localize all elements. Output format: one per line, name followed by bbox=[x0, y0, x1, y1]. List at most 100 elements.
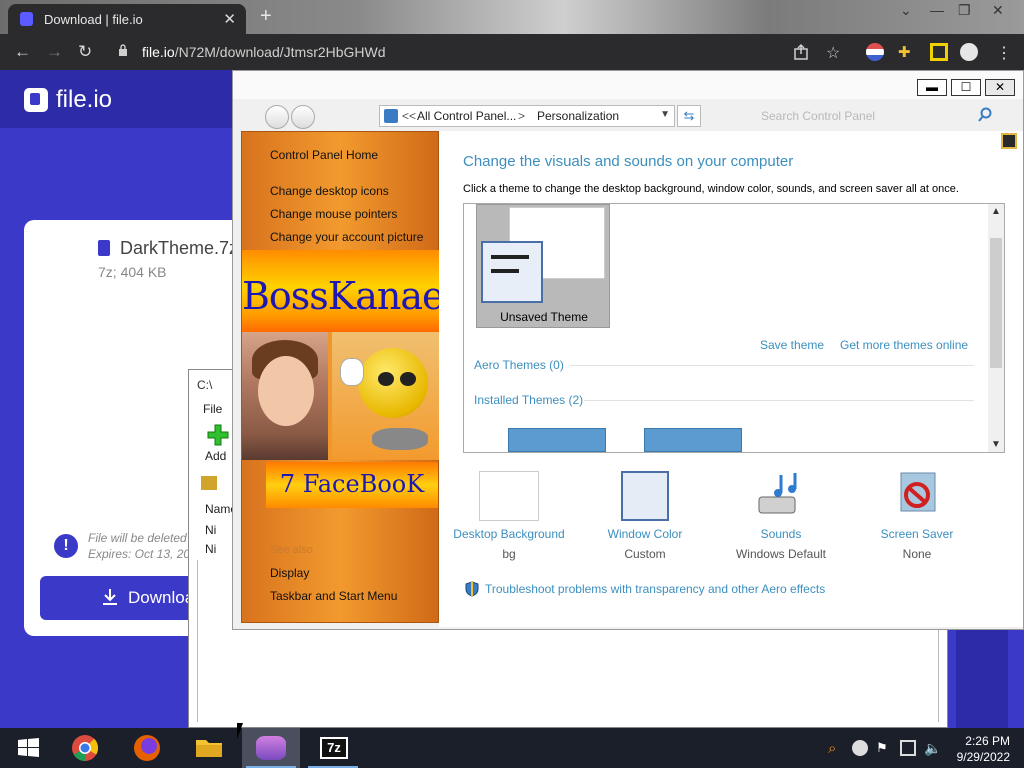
address-bar[interactable]: file.io/N72M/download/Jtmsr2HbGHWd bbox=[110, 39, 850, 65]
get-more-themes-link[interactable]: Get more themes online bbox=[840, 338, 968, 352]
troubleshoot-link[interactable]: Troubleshoot problems with transparency … bbox=[485, 582, 825, 596]
page-decoration bbox=[956, 630, 1008, 728]
chrome-icon[interactable] bbox=[56, 728, 114, 768]
option-label[interactable]: Window Color bbox=[575, 527, 715, 541]
smiley-hand bbox=[340, 358, 364, 386]
network-icon[interactable] bbox=[900, 740, 916, 756]
list-item[interactable]: Ni bbox=[205, 542, 216, 556]
scroll-down-icon[interactable]: ▼ bbox=[991, 439, 1001, 450]
fileio-logo[interactable]: file.io bbox=[56, 86, 112, 114]
scrollbar[interactable]: ▲ ▼ bbox=[988, 204, 1004, 452]
option-label[interactable]: Screen Saver bbox=[847, 527, 987, 541]
fileio-logo-icon[interactable] bbox=[24, 88, 48, 112]
search-icon[interactable] bbox=[977, 107, 993, 123]
page-title: Change the visuals and sounds on your co… bbox=[463, 153, 794, 170]
back-icon[interactable]: ← bbox=[14, 42, 31, 62]
forward-icon[interactable]: → bbox=[46, 42, 63, 62]
7zip-title: C:\ bbox=[197, 378, 213, 392]
close-icon[interactable]: ✕ bbox=[992, 2, 1004, 19]
save-theme-link[interactable]: Save theme bbox=[760, 338, 824, 352]
clock-date: 9/29/2022 bbox=[956, 750, 1010, 764]
share-icon[interactable] bbox=[792, 43, 810, 61]
windows-start-icon[interactable] bbox=[0, 728, 58, 768]
volume-icon[interactable]: 🔈 bbox=[924, 740, 941, 756]
firefox-icon[interactable] bbox=[118, 728, 176, 768]
download-icon bbox=[103, 589, 117, 605]
clock-time: 2:26 PM bbox=[965, 734, 1010, 748]
tab-search-icon[interactable]: ⌄ bbox=[900, 2, 912, 19]
back-button[interactable] bbox=[265, 105, 289, 129]
bookmark-star-icon[interactable]: ☆ bbox=[826, 43, 844, 62]
file-explorer-icon[interactable] bbox=[180, 728, 238, 768]
close-button[interactable]: ✕ bbox=[985, 79, 1015, 96]
browser-tab[interactable]: Download | file.io ✕ bbox=[8, 4, 246, 34]
expiry-info: File will be deleted Expires: Oct 13, 20 bbox=[88, 531, 191, 561]
option-label[interactable]: Desktop Background bbox=[439, 527, 579, 541]
search-input[interactable]: Search Control Panel bbox=[753, 105, 997, 127]
sidebar-banner-facebook: 7 FaceBooK bbox=[266, 462, 438, 508]
option-value: bg bbox=[502, 547, 516, 561]
breadcrumb-back: << bbox=[402, 109, 417, 123]
taskbar-app-7zip[interactable]: 7z bbox=[304, 728, 362, 768]
breadcrumb[interactable]: << All Control Panel... > Personalizatio… bbox=[379, 105, 675, 127]
smiley-character-image bbox=[332, 332, 440, 460]
scroll-up-icon[interactable]: ▲ bbox=[991, 206, 1001, 217]
restore-icon[interactable]: ❐ bbox=[958, 2, 971, 19]
flag-icon[interactable]: ⚑ bbox=[876, 740, 892, 756]
refresh-icon[interactable]: ⇆ bbox=[677, 105, 701, 127]
breadcrumb-root[interactable]: All Control Panel... bbox=[417, 109, 516, 123]
url-path: /N72M/download/Jtmsr2HbGHWd bbox=[174, 44, 386, 60]
list-item[interactable]: Ni bbox=[205, 523, 216, 537]
extensions-puzzle-icon[interactable]: ✚ bbox=[898, 43, 916, 61]
smiley-eye bbox=[400, 372, 416, 386]
installed-theme-2[interactable] bbox=[644, 428, 742, 452]
screen-saver-icon bbox=[900, 472, 936, 512]
tab-title: Download | file.io bbox=[44, 12, 143, 27]
add-button-label[interactable]: Add bbox=[205, 449, 226, 463]
forward-button[interactable] bbox=[291, 105, 315, 129]
minimize-button[interactable]: ▬ bbox=[917, 79, 947, 96]
breadcrumb-separator[interactable]: > bbox=[518, 109, 525, 123]
sidebar-item-mouse-pointers[interactable]: Change mouse pointers bbox=[270, 207, 397, 221]
personalization-window: ▬ ☐ ✕ << All Control Panel... > Personal… bbox=[232, 70, 1024, 630]
tab-close-icon[interactable]: ✕ bbox=[223, 10, 236, 28]
new-tab-icon[interactable]: + bbox=[260, 5, 272, 28]
folder-up-icon[interactable] bbox=[201, 476, 217, 490]
scroll-thumb[interactable] bbox=[990, 238, 1002, 368]
chevron-down-icon[interactable]: ▼ bbox=[660, 109, 670, 120]
taskbar-app-personalization[interactable] bbox=[242, 728, 300, 768]
corner-app-icon[interactable] bbox=[1001, 133, 1017, 149]
minimize-icon[interactable]: — bbox=[930, 2, 944, 18]
maximize-button[interactable]: ☐ bbox=[951, 79, 981, 96]
theme-list: Unsaved Theme Save theme Get more themes… bbox=[463, 203, 1005, 453]
fileio-favicon-icon bbox=[20, 12, 33, 26]
extension-square-icon[interactable] bbox=[930, 43, 948, 61]
theme-unsaved[interactable]: Unsaved Theme bbox=[476, 204, 610, 328]
desktop-background-icon bbox=[479, 471, 539, 521]
shield-icon bbox=[465, 581, 479, 597]
breadcrumb-current[interactable]: Personalization bbox=[537, 109, 619, 123]
banner2-text: 7 FaceBooK bbox=[279, 470, 425, 498]
theme-window-preview bbox=[481, 241, 543, 303]
sidebar-item-account-picture[interactable]: Change your account picture bbox=[270, 230, 423, 244]
tray-status-icon[interactable] bbox=[852, 740, 868, 756]
sidebar-item-display[interactable]: Display bbox=[270, 566, 309, 580]
window-titlebar: ▬ ☐ ✕ bbox=[233, 71, 1023, 99]
menu-file[interactable]: File bbox=[203, 402, 222, 416]
installed-theme-1[interactable] bbox=[508, 428, 606, 452]
reload-icon[interactable]: ↻ bbox=[78, 42, 92, 62]
menu-kebab-icon[interactable]: ⋮ bbox=[996, 43, 1014, 62]
browser-toolbar: ← → ↻ file.io/N72M/download/Jtmsr2HbGHWd… bbox=[0, 34, 1024, 70]
sidebar-item-taskbar[interactable]: Taskbar and Start Menu bbox=[270, 589, 397, 603]
sidebar-item-desktop-icons[interactable]: Change desktop icons bbox=[270, 184, 389, 198]
main-content: Change the visuals and sounds on your co… bbox=[439, 131, 1023, 627]
sidebar-item-home[interactable]: Control Panel Home bbox=[270, 148, 378, 162]
account-avatar-icon[interactable] bbox=[960, 43, 978, 61]
search-tray-icon[interactable]: ⌕ bbox=[828, 740, 844, 757]
mouse-cursor bbox=[237, 723, 243, 739]
system-clock[interactable]: 2:26 PM 9/29/2022 bbox=[957, 733, 1010, 765]
profile-flag-icon[interactable] bbox=[866, 43, 884, 61]
add-plus-icon[interactable] bbox=[207, 424, 229, 446]
option-label[interactable]: Sounds bbox=[711, 527, 851, 541]
page-subtitle: Click a theme to change the desktop back… bbox=[463, 183, 959, 195]
